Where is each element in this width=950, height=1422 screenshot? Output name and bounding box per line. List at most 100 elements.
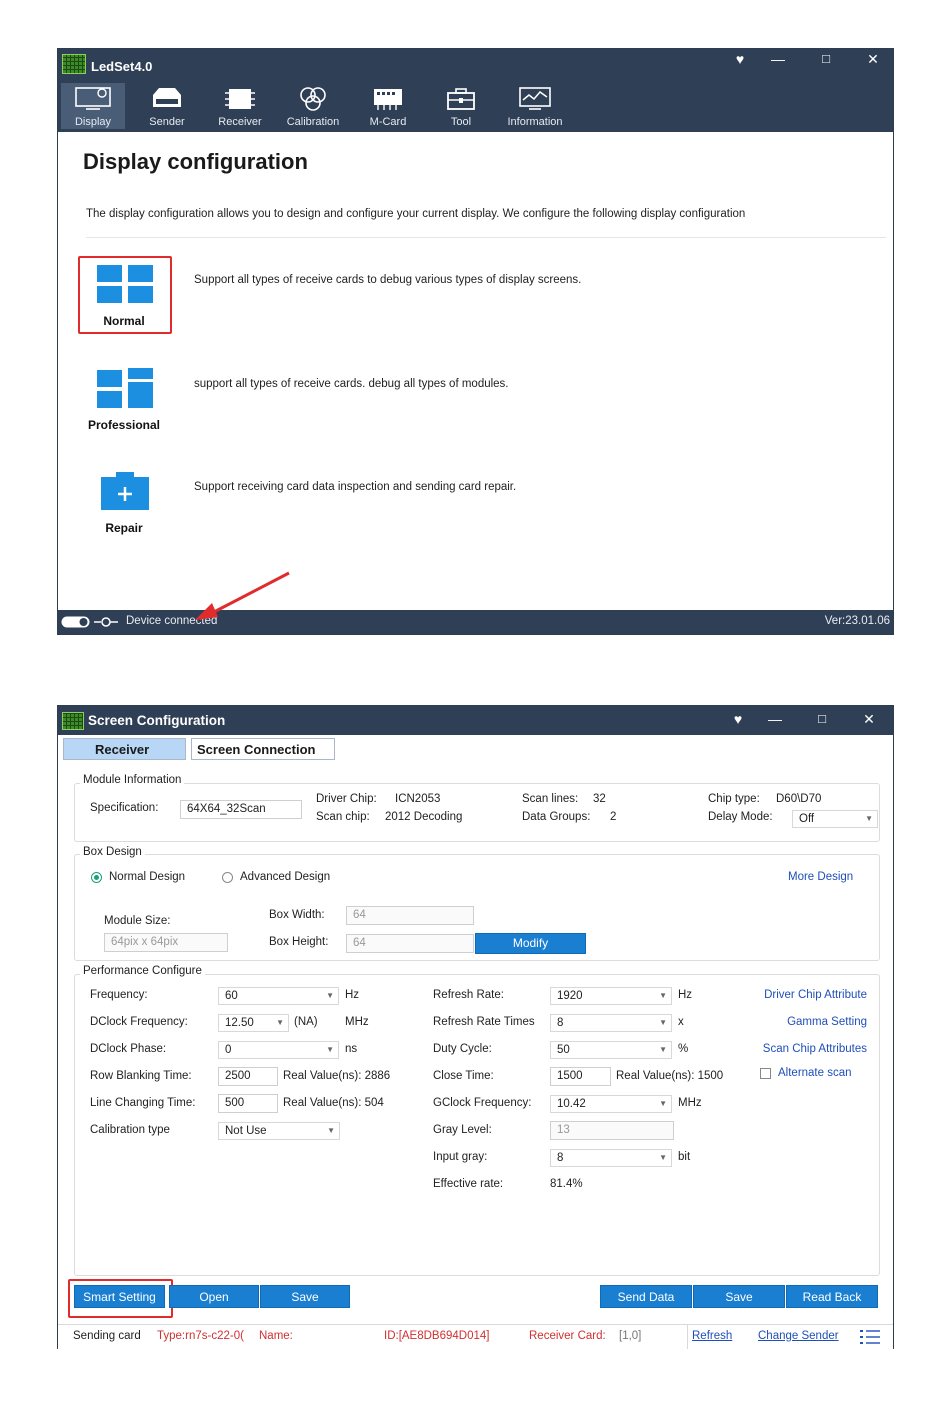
unit-label: x: [678, 1016, 684, 1028]
read-back-button[interactable]: Read Back: [786, 1285, 878, 1308]
scan-lines-label: Scan lines:: [522, 793, 579, 805]
mode-description: support all types of receive cards. debu…: [194, 378, 509, 390]
delay-mode-select[interactable]: Off ▼: [792, 810, 878, 828]
mode-professional[interactable]: Professional: [78, 360, 170, 436]
specification-field[interactable]: 64X64_32Scan: [180, 800, 302, 819]
box-width-field: 64: [346, 906, 474, 925]
normal-design-label: Normal Design: [109, 871, 186, 883]
mode-description: Support all types of receive cards to de…: [194, 274, 582, 286]
more-design-link[interactable]: More Design: [788, 871, 853, 883]
chip-type-label: Chip type:: [708, 793, 760, 805]
refresh-rate-label: Refresh Rate:: [433, 989, 504, 1001]
send-data-button[interactable]: Send Data: [600, 1285, 692, 1308]
tab-screen-connection[interactable]: Screen Connection: [191, 738, 335, 760]
page-title: Display configuration: [83, 149, 308, 174]
maximize-button[interactable]: □: [816, 51, 836, 66]
unit-label: Hz: [678, 989, 693, 1001]
refresh-rate-times-select[interactable]: 8 ▼: [550, 1014, 672, 1032]
nav-label: Display: [74, 116, 112, 128]
duty-cycle-select[interactable]: 50 ▼: [550, 1041, 672, 1059]
calibration-type-select[interactable]: Not Use ▼: [218, 1122, 340, 1140]
refresh-rate-select[interactable]: 1920 ▼: [550, 987, 672, 1005]
mode-repair[interactable]: Repair: [78, 463, 170, 539]
close-button[interactable]: ✕: [859, 711, 879, 728]
effective-rate-value: 81.4%: [550, 1178, 583, 1190]
maximize-button[interactable]: □: [812, 711, 832, 726]
sending-card-label: Sending card: [73, 1330, 141, 1342]
driver-chip-attribute-link[interactable]: Driver Chip Attribute: [764, 989, 867, 1001]
module-size-field: 64pix x 64pix: [104, 933, 228, 952]
nav-receiver[interactable]: Receiver: [211, 83, 269, 129]
dropdown-arrow-icon: ▼: [276, 1018, 284, 1027]
mode-name: Professional: [87, 418, 161, 432]
list-menu-icon[interactable]: [860, 1330, 880, 1344]
smart-setting-button[interactable]: Smart Setting: [74, 1285, 165, 1308]
minimize-button[interactable]: —: [765, 711, 785, 727]
advanced-design-radio[interactable]: [222, 872, 233, 883]
rgb-circles-icon: [300, 87, 326, 111]
dclock-phase-select[interactable]: 0 ▼: [218, 1041, 339, 1059]
page-description: The display configuration allows you to …: [86, 208, 746, 220]
normal-design-radio[interactable]: [91, 872, 102, 883]
group-title: Performance Configure: [80, 965, 205, 977]
box-width-label: Box Width:: [269, 909, 325, 921]
scan-chip-attributes-link[interactable]: Scan Chip Attributes: [763, 1043, 867, 1055]
dropdown-arrow-icon: ▼: [326, 1045, 334, 1054]
gclock-frequency-select[interactable]: 10.42 ▼: [550, 1095, 672, 1113]
unit-label: ns: [345, 1043, 358, 1055]
nav-display[interactable]: Display: [61, 83, 125, 129]
ledset-main-window: LedSet4.0 ♥ — □ ✕ Display Sender Receive…: [57, 48, 894, 635]
frequency-select[interactable]: 60 ▼: [218, 987, 339, 1005]
select-value: 60: [225, 990, 238, 1002]
unit-label: %: [678, 1043, 689, 1055]
close-time-field[interactable]: 1500: [550, 1067, 611, 1086]
nav-tool[interactable]: Tool: [433, 83, 489, 129]
nav-label: Sender: [149, 116, 185, 128]
select-value: 0: [225, 1044, 232, 1056]
unit-label: bit: [678, 1151, 691, 1163]
nav-sender[interactable]: Sender: [138, 83, 196, 129]
nav-label: Receiver: [218, 116, 262, 128]
receiver-card-label: Receiver Card:: [529, 1330, 606, 1342]
alternate-scan-checkbox[interactable]: [760, 1068, 771, 1079]
row-blanking-label: Row Blanking Time:: [90, 1070, 192, 1082]
row-blanking-field[interactable]: 2500: [218, 1067, 278, 1086]
dropdown-arrow-icon: ▼: [659, 1099, 667, 1108]
nav-information[interactable]: Information: [497, 83, 573, 129]
gamma-setting-link[interactable]: Gamma Setting: [787, 1016, 867, 1028]
nav-calibration[interactable]: Calibration: [276, 83, 350, 129]
chart-monitor-icon: [519, 87, 551, 110]
input-gray-select[interactable]: 8 ▼: [550, 1149, 672, 1167]
save-button[interactable]: Save: [693, 1285, 785, 1308]
first-aid-kit-icon: [101, 472, 149, 510]
data-groups-label: Data Groups:: [522, 811, 591, 823]
sender-type: Type:rn7s-c22-0(: [157, 1330, 244, 1342]
change-sender-link[interactable]: Change Sender: [758, 1330, 839, 1342]
close-button[interactable]: ✕: [863, 51, 883, 68]
open-button[interactable]: Open: [169, 1285, 259, 1308]
save-button[interactable]: Save: [260, 1285, 350, 1308]
scan-chip-label: Scan chip:: [316, 811, 370, 823]
line-changing-real: Real Value(ns): 504: [283, 1097, 384, 1109]
minimize-button[interactable]: —: [768, 51, 788, 67]
dropdown-arrow-icon: ▼: [327, 1126, 335, 1135]
line-changing-field[interactable]: 500: [218, 1094, 278, 1113]
dclock-frequency-select[interactable]: 12.50 ▼: [218, 1014, 289, 1032]
pin-icon[interactable]: ♥: [730, 51, 750, 67]
title-bar: LedSet4.0 ♥ — □ ✕ Display Sender Receive…: [58, 49, 893, 132]
unit-label: MHz: [345, 1016, 369, 1028]
app-logo-icon: [62, 712, 84, 730]
status-bar: Device connected Ver:23.01.06: [58, 610, 893, 634]
chip-type-value: D60\D70: [776, 793, 822, 805]
box-height-label: Box Height:: [269, 936, 329, 948]
delay-mode-label: Delay Mode:: [708, 811, 773, 823]
pin-icon[interactable]: ♥: [728, 711, 748, 727]
tab-receiver[interactable]: Receiver: [63, 738, 186, 760]
mode-normal[interactable]: Normal: [78, 256, 170, 332]
nav-label: Information: [507, 116, 563, 128]
toggle-switch-icon[interactable]: [61, 616, 93, 628]
refresh-link[interactable]: Refresh: [692, 1330, 732, 1342]
modify-button[interactable]: Modify: [475, 933, 586, 954]
dropdown-arrow-icon: ▼: [659, 991, 667, 1000]
nav-mcard[interactable]: M-Card: [358, 83, 418, 129]
